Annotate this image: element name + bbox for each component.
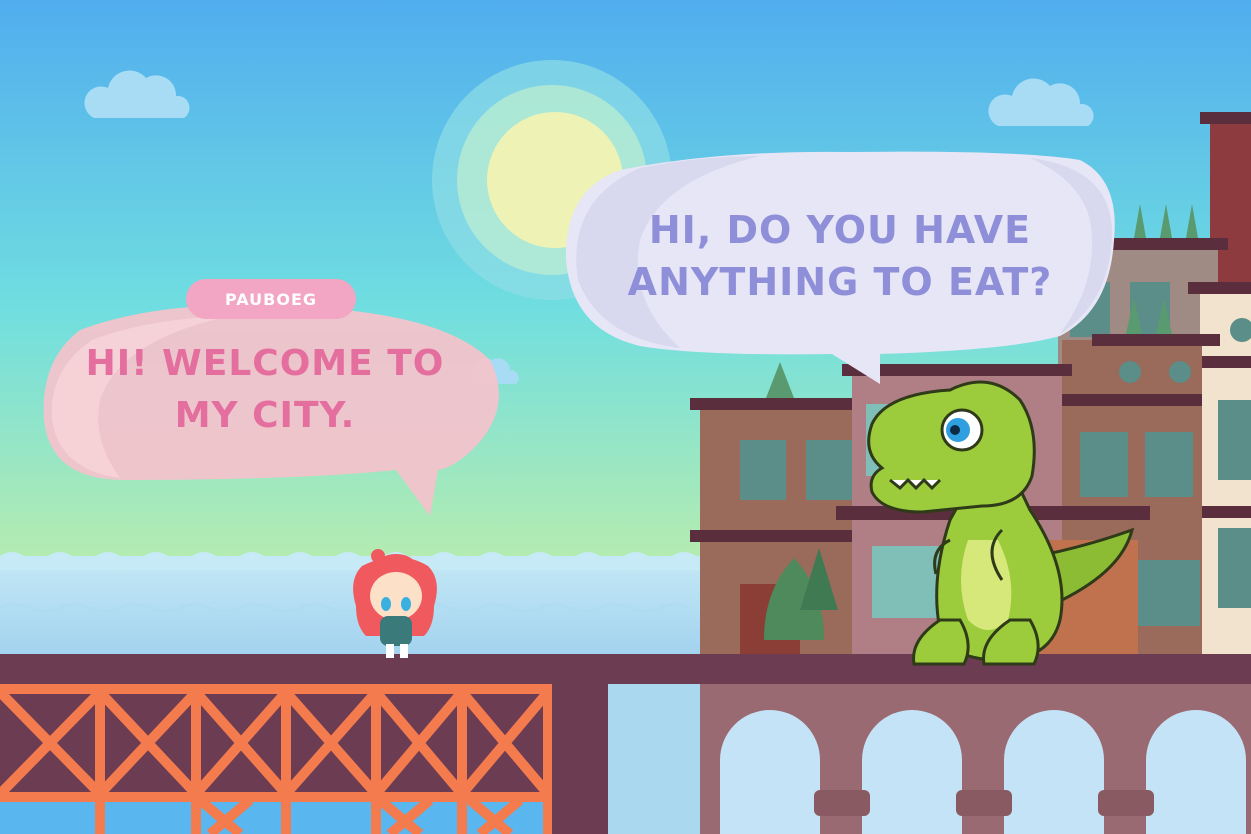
girl-speech-text: HI! WELCOME TO MY CITY.: [85, 343, 445, 436]
truss-bridge: [0, 684, 553, 834]
character-name-tag: PAUBOEG: [186, 279, 356, 319]
aqueduct-bridge: [700, 684, 1251, 834]
sea: [0, 552, 700, 666]
bridge-deck: [0, 654, 1251, 684]
dino-speech-text: HI, DO YOU HAVE ANYTHING TO EAT?: [627, 208, 1053, 304]
